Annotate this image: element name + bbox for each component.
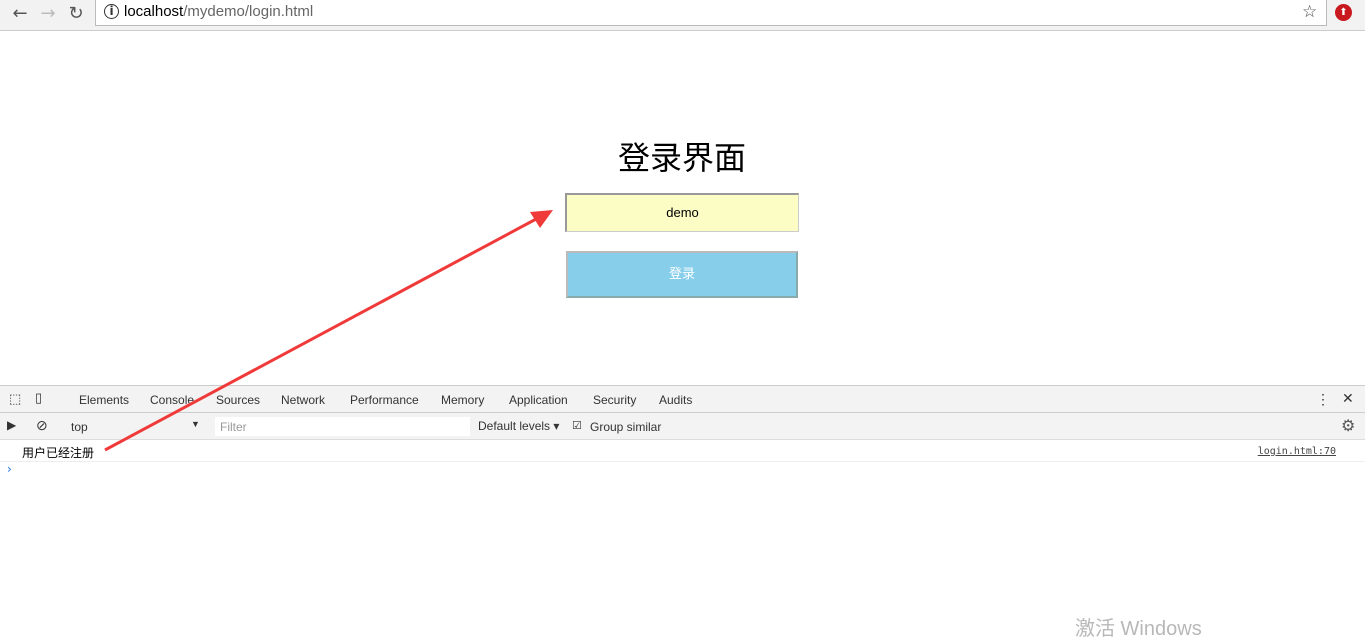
back-arrow-icon[interactable]: ← xyxy=(9,3,31,24)
devtools-panel: ⬚ ▯ Elements Console Sources Network Per… xyxy=(0,385,1365,639)
checkbox-icon[interactable]: ☑ xyxy=(572,419,582,432)
extension-icon[interactable]: ⬆ xyxy=(1335,4,1352,21)
group-similar-label: Group similar xyxy=(590,420,662,434)
forward-arrow-icon[interactable]: → xyxy=(37,3,59,24)
tab-audits[interactable]: Audits xyxy=(659,393,692,407)
gear-icon[interactable]: ⚙ xyxy=(1341,416,1355,436)
info-icon[interactable]: i xyxy=(104,4,119,19)
tab-sources[interactable]: Sources xyxy=(216,393,260,407)
devtools-tabs: ⬚ ▯ Elements Console Sources Network Per… xyxy=(0,386,1365,415)
more-menu-icon[interactable]: ⋮ xyxy=(1316,391,1330,408)
tab-memory[interactable]: Memory xyxy=(441,393,484,407)
username-input[interactable]: demo xyxy=(565,193,799,232)
reload-icon[interactable]: ↻ xyxy=(65,3,87,24)
clear-console-icon[interactable]: ⊘ xyxy=(36,417,48,434)
console-message: 用户已经注册 xyxy=(22,446,95,460)
divider xyxy=(0,461,1365,462)
page-title: 登录界面 xyxy=(617,139,746,177)
console-prompt-icon[interactable]: › xyxy=(7,462,12,476)
tab-elements[interactable]: Elements xyxy=(79,393,129,407)
close-icon[interactable]: ✕ xyxy=(1342,390,1354,407)
device-toggle-icon[interactable]: ▯ xyxy=(35,390,42,406)
inspect-icon[interactable]: ⬚ xyxy=(9,391,21,407)
tab-console[interactable]: Console xyxy=(140,393,205,415)
address-bar[interactable]: i localhost/mydemo/login.html xyxy=(95,0,1327,26)
sidebar-toggle-icon[interactable]: ▶ xyxy=(7,418,16,432)
levels-dropdown[interactable]: Default levels ▾ xyxy=(478,419,559,433)
star-icon[interactable]: ☆ xyxy=(1302,2,1317,22)
console-toolbar: ▶ ⊘ top ▼ Filter Default levels ▾ ☑ Grou… xyxy=(0,413,1365,440)
source-link[interactable]: login.html:70 xyxy=(1258,446,1336,457)
tab-network[interactable]: Network xyxy=(281,393,325,407)
tab-security[interactable]: Security xyxy=(593,393,636,407)
levels-label: Default levels xyxy=(478,419,551,433)
arrow-head xyxy=(530,210,553,228)
context-select[interactable]: top xyxy=(71,420,88,434)
login-button[interactable]: 登录 xyxy=(566,251,798,298)
tab-application[interactable]: Application xyxy=(509,393,568,407)
windows-watermark: 激活 Windows xyxy=(1075,618,1202,640)
browser-toolbar: ← → ↻ i localhost/mydemo/login.html ☆ ⬆ xyxy=(0,0,1365,31)
url-text: localhost/mydemo/login.html xyxy=(124,3,313,20)
tab-performance[interactable]: Performance xyxy=(350,393,419,407)
url-path: /mydemo/login.html xyxy=(183,3,314,20)
filter-input[interactable]: Filter xyxy=(215,417,470,436)
chevron-down-icon[interactable]: ▼ xyxy=(191,419,200,429)
url-host: localhost xyxy=(124,3,184,20)
